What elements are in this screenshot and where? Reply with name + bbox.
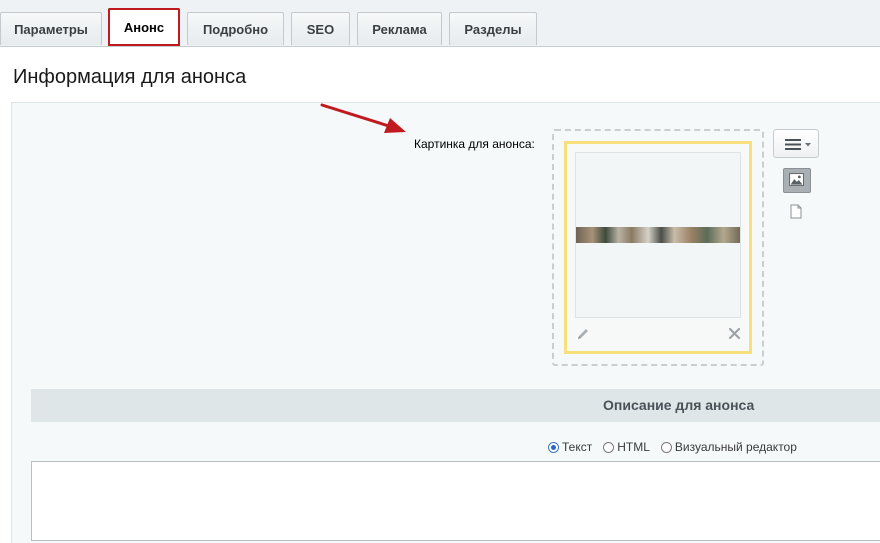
picture-thumbnail (576, 227, 740, 243)
tab-parameters[interactable]: Параметры (0, 12, 102, 45)
image-source-button[interactable] (783, 168, 811, 193)
tab-details[interactable]: Подробно (187, 12, 284, 45)
description-textarea[interactable] (31, 461, 880, 541)
pencil-icon[interactable] (576, 327, 590, 341)
radio-label-visual-editor[interactable]: Визуальный редактор (675, 440, 797, 454)
description-mode-selector: Текст HTML Визуальный редактор (548, 440, 808, 454)
radio-label-html[interactable]: HTML (617, 440, 650, 454)
tab-label: Реклама (372, 21, 427, 37)
tab-label: Разделы (464, 21, 522, 37)
tab-advertising[interactable]: Реклама (357, 12, 442, 45)
radio-html-mode[interactable] (603, 441, 615, 453)
picture-label: Картинка для анонса: (414, 137, 535, 151)
annotation-arrow-icon (320, 103, 406, 133)
page-title: Информация для анонса (13, 66, 247, 88)
picture-menu-button[interactable] (773, 129, 819, 158)
radio-label-text[interactable]: Текст (562, 440, 592, 454)
image-icon (789, 173, 804, 187)
description-header: Описание для анонса (31, 389, 880, 422)
tab-announcement[interactable]: Анонс (108, 8, 180, 46)
tab-label: Подробно (202, 21, 269, 37)
tab-label: SEO (306, 21, 335, 37)
close-icon[interactable] (728, 327, 741, 340)
tab-label: Анонс (123, 19, 165, 35)
tab-bar: Параметры Анонс Подробно SEO Реклама Раз… (0, 0, 880, 47)
file-icon[interactable] (790, 204, 802, 219)
tab-sections[interactable]: Разделы (449, 12, 537, 45)
hamburger-menu-icon (785, 139, 811, 150)
radio-text-mode[interactable] (548, 441, 559, 453)
tab-label: Параметры (14, 21, 88, 37)
description-title: Описание для анонса (603, 397, 755, 413)
tab-seo[interactable]: SEO (291, 12, 350, 45)
radio-visual-editor-mode[interactable] (660, 441, 672, 453)
